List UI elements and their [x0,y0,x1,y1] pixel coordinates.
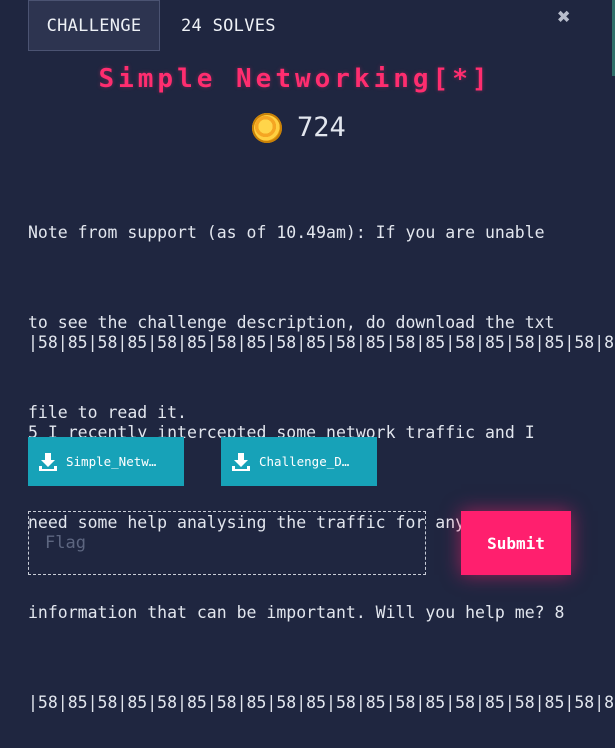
close-icon[interactable]: ✖ [554,5,574,30]
note-line: Note from support (as of 10.49am): If yo… [28,223,545,242]
flag-input[interactable] [28,511,426,575]
download-label: Simple_Netw… [66,454,157,469]
download-simple-networking-button[interactable]: Simple_Netw… [28,437,184,486]
description-line: |58|85|58|85|58|85|58|85|58|85|58|85|58|… [28,693,615,712]
download-label: Challenge_D… [259,454,350,469]
tab-challenge[interactable]: CHALLENGE [28,0,160,51]
challenge-points: 724 [252,112,346,143]
download-icon [39,452,57,471]
challenge-description: |58|85|58|85|58|85|58|85|58|85|58|85|58|… [28,268,615,748]
download-icon [232,452,250,471]
download-challenge-description-button[interactable]: Challenge_D… [221,437,377,486]
modal-tabs: CHALLENGE 24 SOLVES [28,0,276,51]
description-line: |58|85|58|85|58|85|58|85|58|85|58|85|58|… [28,333,615,352]
submit-button[interactable]: Submit [461,511,571,575]
coin-icon [252,112,282,143]
challenge-title: Simple Networking[*] [98,64,492,94]
points-value: 724 [297,112,346,143]
tab-solves[interactable]: 24 SOLVES [160,0,276,51]
description-line: information that can be important. Will … [28,603,565,622]
